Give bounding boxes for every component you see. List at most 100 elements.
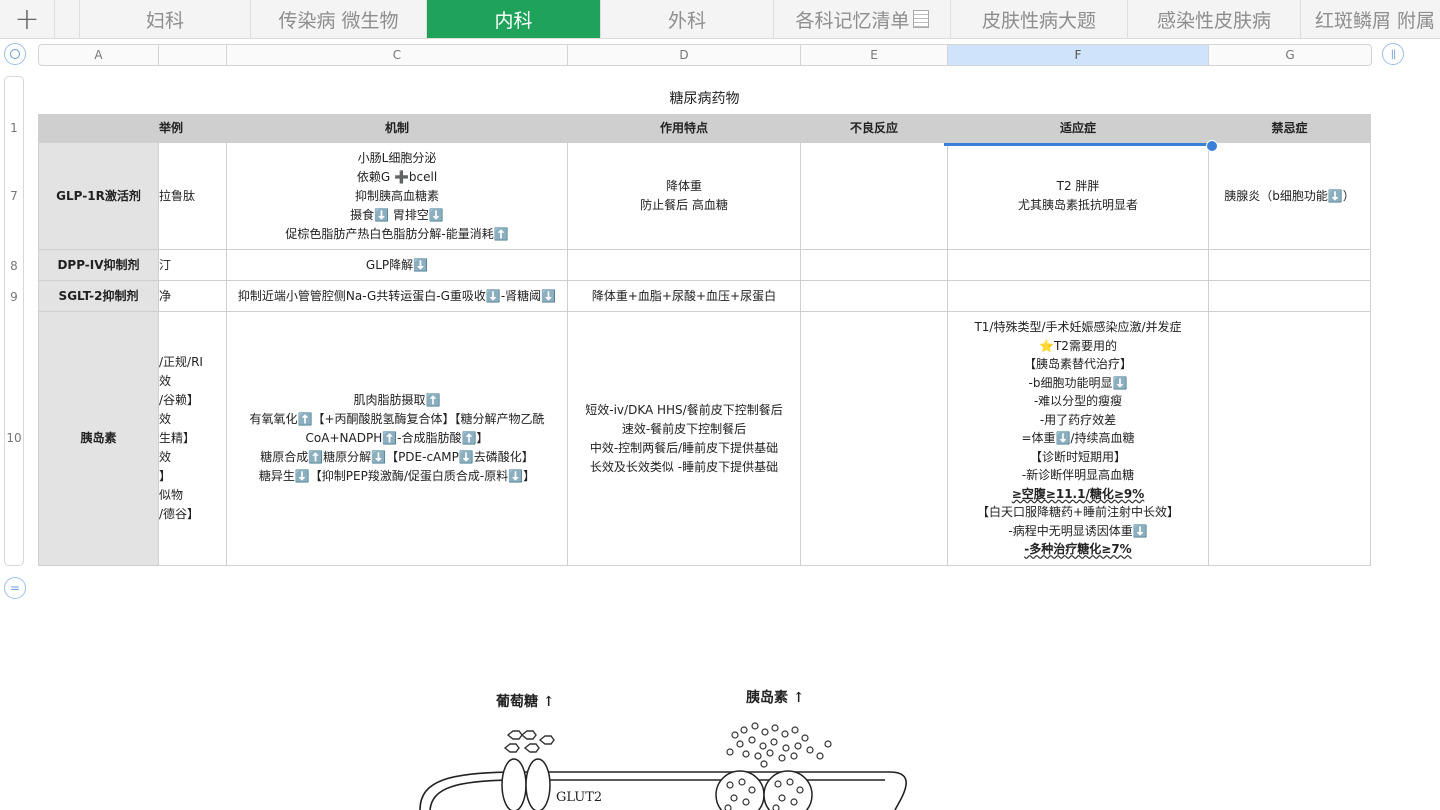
tab-surgery[interactable]: 外科: [601, 0, 774, 38]
row-label-cell[interactable]: DPP-IV抑制剂: [38, 249, 159, 281]
column-header-f[interactable]: F: [948, 45, 1209, 65]
add-row-button[interactable]: =: [4, 577, 26, 599]
tab-skin-std[interactable]: 皮肤性病大题: [951, 0, 1128, 38]
cell-text-line: -用了药疗效差: [1039, 412, 1117, 427]
contraindication-cell[interactable]: 胰腺炎（b细胞功能⬇️）: [1208, 142, 1371, 250]
adverse-cell[interactable]: [800, 311, 948, 566]
example-cell[interactable]: /正规/RI 效/谷赖】效生精】效】似物/德谷】: [158, 311, 227, 566]
cell-text-line: 抑制近端小管管腔侧Na-G共转运蛋白-G重吸收⬇️-肾糖阈⬇️: [237, 288, 557, 303]
feature-cell[interactable]: 降体重 防止餐后 高血糖: [567, 142, 801, 250]
table-row: 胰岛素 /正规/RI 效/谷赖】效生精】效】似物/德谷】 肌肉脂肪摄取⬆️ 有氧氧化…: [38, 311, 1371, 566]
contraindication-cell[interactable]: [1208, 311, 1371, 566]
row-label-cell[interactable]: GLP-1R激活剂: [38, 142, 159, 250]
cell-text-line: =体重⬇️/持续高血糖: [1021, 431, 1135, 446]
indication-cell[interactable]: T2 胖胖尤其胰岛素抵抗明显者: [947, 142, 1209, 250]
table-row: GLP-1R激活剂 拉鲁肽 小肠L细胞分泌 依赖G ➕bcell 抑制胰高血糖素 摄食…: [38, 142, 1371, 250]
cell-text-line: 胰腺炎（b细胞功能⬇️）: [1224, 188, 1355, 203]
cell-text-line: 【胰岛素替代治疗】: [1023, 357, 1132, 372]
cell-text-line: 糖异生⬇️【抑制PEP羧激酶/促蛋白质合成-原料⬇️】: [258, 469, 536, 483]
cell-text-line: CoA+NADPH⬆️-合成脂肪酸⬆️】: [305, 431, 489, 445]
cell-text-line: -新诊断伴明显高血糖: [1021, 468, 1135, 483]
cell-text-line: 】: [159, 469, 172, 483]
cell-text-line: ⭐T2需要用的: [1039, 338, 1117, 353]
row-number-9[interactable]: 9: [4, 290, 24, 304]
header-cell-example[interactable]: 举例: [158, 114, 227, 143]
header-cell-feature[interactable]: 作用特点: [567, 114, 801, 143]
mechanism-cell[interactable]: 肌肉脂肪摄取⬆️ 有氧氧化⬆️【+丙酮酸脱氢酶复合体】【糖分解产物乙酰 CoA+NA…: [226, 311, 568, 566]
tab-infectious[interactable]: 传染病 微生物: [251, 0, 427, 38]
column-header-e[interactable]: E: [801, 45, 948, 65]
cell-text-line: 尤其胰岛素抵抗明显者: [1017, 198, 1138, 212]
note-icon: [912, 10, 929, 28]
add-sheet-button[interactable]: +: [0, 0, 55, 38]
column-header-a[interactable]: A: [39, 45, 159, 65]
cell-text-line: 【诊断时短期用】: [1029, 449, 1126, 464]
sheet-title: 糖尿病药物: [669, 91, 740, 107]
tab-internal-medicine[interactable]: 内科: [427, 0, 601, 38]
row-label-cell[interactable]: SGLT-2抑制剂: [38, 280, 159, 312]
cell-text-line: 速效-餐前皮下控制餐后: [621, 421, 747, 436]
freeze-columns-button[interactable]: ||: [1382, 43, 1404, 65]
sheet-tab-bar: + 妇科 传染病 微生物 内科 外科 各科记忆清单 皮肤性病大题 感染性皮肤病 …: [0, 0, 1440, 39]
cell-text-line: -b细胞功能明显⬇️: [1028, 375, 1128, 390]
indication-cell[interactable]: T1/特殊类型/手术妊娠感染应激/并发症 ⭐T2需要用的 【胰岛素替代治疗】 -b细胞…: [947, 311, 1209, 566]
cell-text-line: 净: [159, 288, 172, 303]
indication-cell[interactable]: [947, 249, 1209, 281]
contraindication-cell[interactable]: [1208, 280, 1371, 312]
header-cell-indication[interactable]: 适应症: [947, 114, 1209, 143]
feature-cell[interactable]: [567, 249, 801, 281]
row-number-8[interactable]: 8: [4, 259, 24, 273]
cell-text-line: 似物: [159, 488, 184, 502]
row-label-cell[interactable]: 胰岛素: [38, 311, 159, 566]
cell-text-line: 长效及长效类似 -睡前皮下提供基础: [589, 459, 779, 474]
drug-table: 举例 机制 作用特点 不良反应 适应症 禁忌症 GLP-1R激活剂 拉鲁肽 小肠…: [38, 114, 1371, 566]
column-header-c[interactable]: C: [227, 45, 568, 65]
cell-text-line: GLP降解⬇️: [365, 257, 429, 272]
mechanism-cell[interactable]: 抑制近端小管管腔侧Na-G共转运蛋白-G重吸收⬇️-肾糖阈⬇️: [226, 280, 568, 312]
header-cell-mechanism[interactable]: 机制: [226, 114, 568, 143]
tab-gynecology[interactable]: 妇科: [80, 0, 251, 38]
select-all-button[interactable]: [4, 43, 26, 65]
cell-text-line: 有氧氧化⬆️【+丙酮酸脱氢酶复合体】【糖分解产物乙酰: [249, 412, 545, 426]
cell-text-line: 小肠L细胞分泌: [357, 150, 437, 165]
example-cell[interactable]: 汀: [158, 249, 227, 281]
row-header-strip: [4, 76, 24, 566]
header-cell-adverse[interactable]: 不良反应: [800, 114, 948, 143]
adverse-cell[interactable]: [800, 142, 948, 250]
glucose-label: 葡萄糖 ↑: [495, 693, 555, 710]
tab-memory-list[interactable]: 各科记忆清单: [774, 0, 951, 38]
tab-erythema[interactable]: 红斑鳞屑 附属: [1301, 0, 1440, 38]
column-header-d[interactable]: D: [568, 45, 801, 65]
column-header-g[interactable]: G: [1209, 45, 1371, 65]
glut2-channel: [501, 758, 551, 810]
row-number-1[interactable]: 1: [4, 121, 24, 135]
cell-text-line: 拉鲁肽: [159, 188, 196, 203]
selection-handle[interactable]: [1206, 140, 1218, 152]
row-number-10[interactable]: 10: [4, 431, 24, 445]
adverse-cell[interactable]: [800, 249, 948, 281]
adverse-cell[interactable]: [800, 280, 948, 312]
glucose-hexagons: [503, 730, 555, 753]
example-cell[interactable]: 净: [158, 280, 227, 312]
table-row: SGLT-2抑制剂 净 抑制近端小管管腔侧Na-G共转运蛋白-G重吸收⬇️-肾糖…: [38, 280, 1371, 312]
header-cell-contraindication[interactable]: 禁忌症: [1208, 114, 1371, 143]
table-row: DPP-IV抑制剂 汀 GLP降解⬇️: [38, 249, 1371, 281]
tab-infectious-skin[interactable]: 感染性皮肤病: [1128, 0, 1301, 38]
example-cell[interactable]: 拉鲁肽: [158, 142, 227, 250]
column-header-b[interactable]: [159, 45, 227, 65]
contraindication-cell[interactable]: [1208, 249, 1371, 281]
cell-text-line: -多种治疗糖化≥7%: [1024, 542, 1132, 557]
indication-cell[interactable]: [947, 280, 1209, 312]
cell-text-line: 降体重: [665, 179, 702, 193]
cell-text-line: 短效-iv/DKA HHS/餐前皮下控制餐后: [585, 402, 783, 417]
header-cell[interactable]: [38, 114, 159, 143]
row-number-7[interactable]: 7: [4, 189, 24, 203]
mechanism-cell[interactable]: 小肠L细胞分泌 依赖G ➕bcell 抑制胰高血糖素 摄食⬇️ 胃排空⬇️ 促棕色脂肪产…: [226, 142, 568, 250]
cell-text-line: 中效-控制两餐后/睡前皮下提供基础: [589, 440, 779, 455]
cell-membrane: [419, 771, 907, 810]
insulin-secretion-diagram: 葡萄糖 ↑ 胰岛素 ↑ GLUT2: [419, 689, 907, 810]
cell-text-line: T2 胖胖: [1056, 179, 1100, 193]
mechanism-cell[interactable]: GLP降解⬇️: [226, 249, 568, 281]
feature-cell[interactable]: 短效-iv/DKA HHS/餐前皮下控制餐后 速效-餐前皮下控制餐后中效-控制两餐…: [567, 311, 801, 566]
feature-cell[interactable]: 降体重+血脂+尿酸+血压+尿蛋白: [567, 280, 801, 312]
